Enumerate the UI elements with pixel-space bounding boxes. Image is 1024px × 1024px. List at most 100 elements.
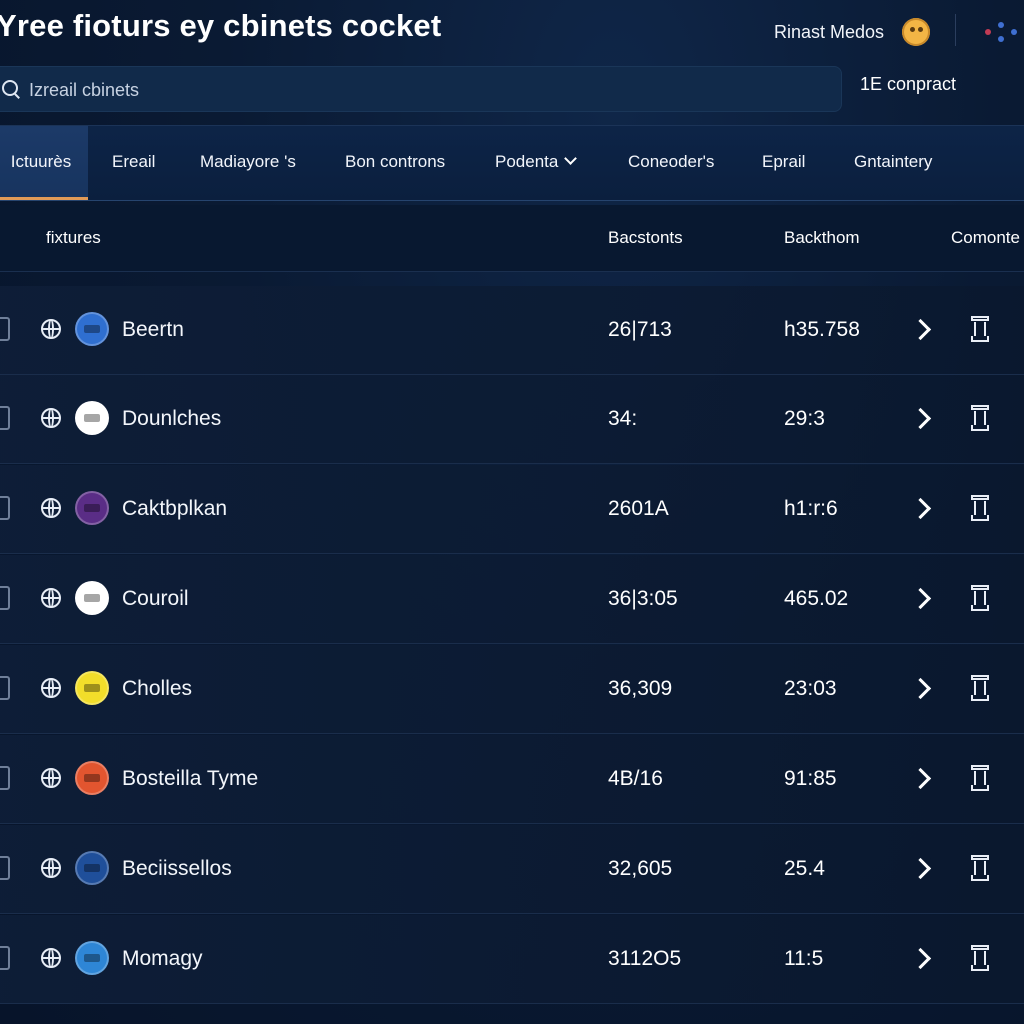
row-checkbox[interactable] xyxy=(0,317,10,341)
logo-mark xyxy=(84,325,100,333)
header-divider xyxy=(955,14,956,46)
table-row[interactable]: Beertn 26|713 h35.758 xyxy=(0,286,1024,375)
tab-coneoders[interactable]: Coneoder's xyxy=(628,126,714,200)
tab-madiayore[interactable]: Madiayore 's xyxy=(200,126,296,200)
tab-ereail[interactable]: Ereail xyxy=(112,126,155,200)
row-backthom: 25.4 xyxy=(784,857,825,880)
column-header-comonte[interactable]: Comonte xyxy=(951,205,1020,271)
table-row[interactable]: Bosteilla Tyme 4B/16 91:85 xyxy=(0,735,1024,824)
row-bacstonts: 36,309 xyxy=(608,677,673,700)
tab-label: Gntaintery xyxy=(854,152,933,171)
row-name[interactable]: Beciissellos xyxy=(122,825,232,913)
row-checkbox[interactable] xyxy=(0,856,10,880)
top-bar: Yree fioturs ey cbinets cocket Rinast Me… xyxy=(0,0,1024,60)
row-checkbox[interactable] xyxy=(0,946,10,970)
tab-eprail[interactable]: Eprail xyxy=(762,126,805,200)
tab-fixtures[interactable]: Ictuurès xyxy=(0,126,88,200)
chevron-right-icon[interactable] xyxy=(909,587,932,610)
app-title: Yree fioturs ey cbinets cocket xyxy=(0,8,442,43)
column-header-bacstonts[interactable]: Bacstonts xyxy=(608,205,683,271)
row-name[interactable]: Bosteilla Tyme xyxy=(122,735,258,823)
tool-icon[interactable] xyxy=(971,765,989,793)
row-name[interactable]: Beertn xyxy=(122,286,184,374)
tab-label: Madiayore 's xyxy=(200,152,296,171)
tab-label: Podenta xyxy=(495,152,559,171)
tool-icon[interactable] xyxy=(971,945,989,973)
chevron-right-icon[interactable] xyxy=(909,857,932,880)
row-bacstonts: 36|3:05 xyxy=(608,587,678,610)
tab-label: Eprail xyxy=(762,152,806,171)
logo-mark xyxy=(84,504,100,512)
tab-label: Coneoder's xyxy=(628,152,715,171)
row-backthom: h1:r:6 xyxy=(784,497,838,520)
globe-icon xyxy=(41,319,61,339)
table-row[interactable]: Dounlches 34: 29:3 xyxy=(0,375,1024,464)
row-name[interactable]: Couroil xyxy=(122,555,189,643)
tool-icon[interactable] xyxy=(971,675,989,703)
globe-icon xyxy=(41,498,61,518)
row-backthom: h35.758 xyxy=(784,318,860,341)
tab-label: Ictuurès xyxy=(10,152,72,171)
globe-icon xyxy=(41,948,61,968)
globe-icon xyxy=(41,768,61,788)
tab-bon-controns[interactable]: Bon controns xyxy=(345,126,445,200)
tool-icon[interactable] xyxy=(971,495,989,523)
team-logo-icon xyxy=(75,491,109,525)
row-name[interactable]: Cholles xyxy=(122,645,192,733)
row-checkbox[interactable] xyxy=(0,406,10,430)
row-bacstonts: 2601A xyxy=(608,497,669,520)
tab-label: Bon controns xyxy=(345,152,446,171)
tool-icon[interactable] xyxy=(971,585,989,613)
row-checkbox[interactable] xyxy=(0,586,10,610)
tab-gntaintery[interactable]: Gntaintery xyxy=(854,126,932,200)
row-checkbox[interactable] xyxy=(0,766,10,790)
tab-label: Ereail xyxy=(112,152,156,171)
chevron-right-icon[interactable] xyxy=(909,407,932,430)
row-name[interactable]: Dounlches xyxy=(122,375,221,463)
table-header: fixtures Bacstonts Backthom Comonte xyxy=(0,205,1024,272)
team-logo-icon xyxy=(75,581,109,615)
globe-icon xyxy=(41,678,61,698)
logo-mark xyxy=(84,774,100,782)
user-avatar-icon[interactable] xyxy=(902,18,930,46)
chevron-right-icon[interactable] xyxy=(909,318,932,341)
row-checkbox[interactable] xyxy=(0,676,10,700)
search-input[interactable] xyxy=(27,67,811,113)
row-name[interactable]: Caktbplkan xyxy=(122,465,227,553)
chevron-right-icon[interactable] xyxy=(909,767,932,790)
tool-icon[interactable] xyxy=(971,405,989,433)
chevron-right-icon[interactable] xyxy=(909,947,932,970)
table-row[interactable]: Cholles 36,309 23:03 xyxy=(0,645,1024,734)
search-bar xyxy=(0,66,842,113)
search-icon[interactable] xyxy=(2,80,18,96)
chevron-right-icon[interactable] xyxy=(909,677,932,700)
logo-mark xyxy=(84,864,100,872)
nav-tabs: Ictuurès Ereail Madiayore 's Bon contron… xyxy=(0,125,1024,201)
column-header-name[interactable]: fixtures xyxy=(46,205,101,271)
team-logo-icon xyxy=(75,941,109,975)
column-header-backthom[interactable]: Backthom xyxy=(784,205,860,271)
table-row[interactable]: Couroil 36|3:05 465.02 xyxy=(0,555,1024,644)
table-row[interactable]: Caktbplkan 2601A h1:r:6 xyxy=(0,465,1024,554)
tool-icon[interactable] xyxy=(971,855,989,883)
row-backthom: 23:03 xyxy=(784,677,837,700)
logo-mark xyxy=(84,954,100,962)
logo-mark xyxy=(84,594,100,602)
row-checkbox[interactable] xyxy=(0,496,10,520)
row-bacstonts: 3112O5 xyxy=(608,947,682,970)
tab-podenta[interactable]: Podenta xyxy=(495,126,578,200)
row-bacstonts: 34: xyxy=(608,407,638,430)
table-row[interactable]: Beciissellos 32,605 25.4 xyxy=(0,825,1024,914)
user-name[interactable]: Rinast Medos xyxy=(774,22,884,43)
contract-link[interactable]: 1E conpract xyxy=(860,74,956,95)
team-logo-icon xyxy=(75,761,109,795)
row-name[interactable]: Momagy xyxy=(122,915,203,1003)
table-row[interactable]: Momagy 3112O5 11:5 xyxy=(0,915,1024,1004)
team-logo-icon xyxy=(75,312,109,346)
globe-icon xyxy=(41,588,61,608)
dots-menu-icon[interactable] xyxy=(985,22,1024,42)
tool-icon[interactable] xyxy=(971,316,989,344)
row-backthom: 29:3 xyxy=(784,407,825,430)
row-backthom: 11:5 xyxy=(784,947,824,970)
chevron-right-icon[interactable] xyxy=(909,497,932,520)
